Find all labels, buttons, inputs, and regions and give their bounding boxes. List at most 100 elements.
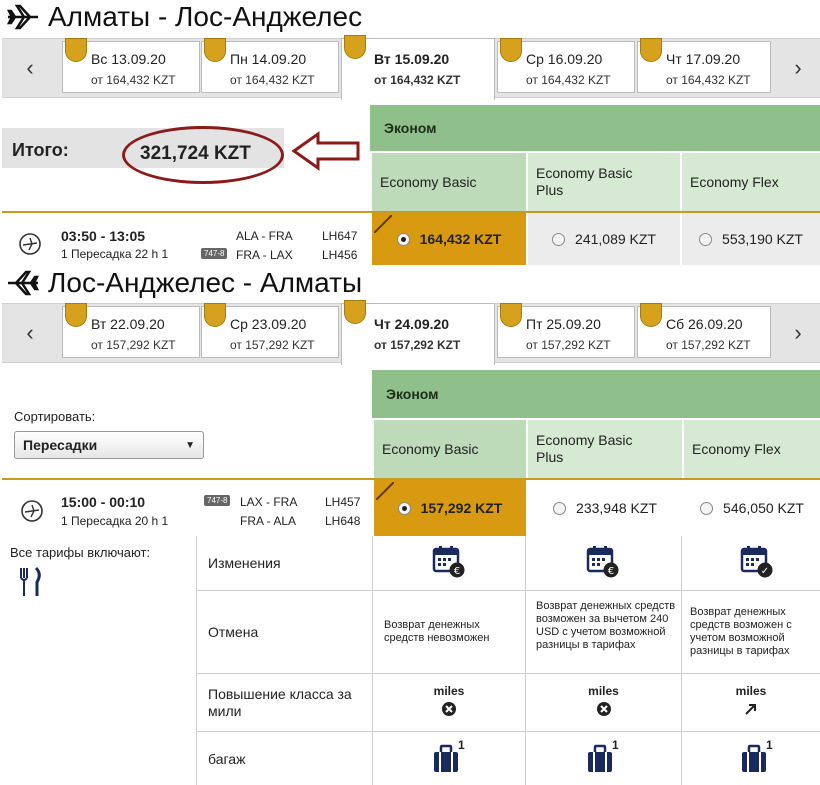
price-text: 233,948 KZT [576, 500, 657, 516]
upgrade-basic-plus: miles [526, 684, 681, 717]
price-coin-icon [640, 303, 662, 327]
not-allowed-icon [442, 702, 456, 716]
bag-count: 1 [458, 738, 465, 752]
outbound-price-basic[interactable]: 164,432 KZT [370, 213, 526, 265]
date-tab-price: от 157,292 KZT [91, 338, 176, 352]
price-text: 553,190 KZT [722, 231, 803, 247]
cancel-basic-plus-text: Возврат денежных средств возможен за выч… [536, 600, 676, 651]
sort-select[interactable]: Пересадки ▼ [14, 431, 204, 459]
outbound-cabin-label: Эконом [384, 120, 437, 136]
airplane-icon [6, 4, 38, 30]
outbound-fare-economy-basic[interactable]: Economy Basic [370, 153, 526, 211]
airplane-icon [8, 270, 40, 296]
outbound-date-tab[interactable]: Вс 13.09.20 от 164,432 KZT [62, 38, 200, 93]
baggage-included: 1 [740, 738, 773, 779]
row-label-changes: Изменения [196, 536, 372, 590]
grid-line [372, 536, 373, 785]
suitcase-icon [742, 744, 766, 772]
price-coin-icon [640, 38, 662, 62]
date-tab-price: от 164,432 KZT [374, 73, 461, 87]
bag-count: 1 [612, 738, 619, 752]
inbound-price-basic-plus[interactable]: 233,948 KZT [526, 480, 682, 536]
radio-button[interactable] [397, 501, 411, 515]
svg-text:€: € [454, 566, 460, 577]
outbound-date-tab[interactable]: Ср 16.09.20 от 164,432 KZT [497, 38, 635, 93]
miles-text: miles [588, 684, 619, 698]
outbound-price-flex[interactable]: 553,190 KZT [680, 213, 820, 265]
arrow-up-right-icon [745, 704, 756, 715]
upgrade-flex: miles [682, 684, 820, 717]
outbound-date-tab[interactable]: Пн 14.09.20 от 164,432 KZT [201, 38, 339, 93]
fare-name: Economy Flex [690, 174, 779, 190]
sort-value: Пересадки [23, 437, 98, 453]
radio-button[interactable] [552, 232, 566, 246]
inbound-date-tab[interactable]: Сб 26.09.20 от 157,292 KZT [637, 303, 771, 358]
arrow-pointing-left-icon [291, 131, 360, 171]
segment-1: ALA - FRA [236, 229, 293, 243]
inbound-price-flex[interactable]: 546,050 KZT [682, 480, 820, 536]
inbound-date-tab[interactable]: Пт 25.09.20 от 157,292 KZT [497, 303, 635, 358]
outbound-fare-economy-flex[interactable]: Economy Flex [680, 153, 820, 211]
inbound-date-tab[interactable]: Вт 22.09.20 от 157,292 KZT [62, 303, 200, 358]
grid-line [681, 536, 682, 785]
inbound-fare-economy-basic-plus[interactable]: Economy Basic Plus [526, 420, 682, 478]
price-text: 546,050 KZT [723, 500, 804, 516]
inbound-cabin-header: Эконом [372, 370, 820, 418]
price-coin-icon [65, 303, 87, 327]
price-coin-icon [65, 38, 87, 62]
bag-count: 1 [766, 738, 773, 752]
inbound-route-title: Лос-Анджелес - Алматы [6, 266, 362, 300]
inbound-price-basic[interactable]: 157,292 KZT [372, 480, 526, 536]
date-tab-price: от 157,292 KZT [374, 338, 461, 352]
radio-button[interactable] [700, 501, 714, 515]
date-tab-day: Вт 15.09.20 [374, 51, 450, 67]
outbound-date-tab[interactable]: Чт 17.09.20 от 164,432 KZT [637, 38, 771, 93]
aircraft-badge: 747-8 [201, 248, 228, 259]
price-coin-icon [204, 303, 226, 327]
inbound-date-tab[interactable]: Ср 23.09.20 от 157,292 KZT [201, 303, 339, 358]
inbound-date-tab[interactable]: Чт 24.09.20 от 157,292 KZT [341, 300, 495, 365]
chevron-down-icon: ▼ [185, 440, 195, 451]
segment-2: FRA - ALA [240, 514, 297, 528]
date-tab-day: Чт 24.09.20 [374, 316, 450, 332]
upgrade-basic: miles [373, 684, 525, 717]
total-label: Итого: [12, 140, 69, 160]
lufthansa-logo-icon [21, 500, 43, 522]
fare-name: Economy Basic [380, 174, 477, 190]
selected-corner-icon [374, 215, 392, 233]
date-tab-day: Сб 26.09.20 [666, 316, 743, 332]
inbound-prev-arrow[interactable]: ‹ [2, 304, 58, 362]
outbound-cabin-header: Эконом [370, 105, 820, 151]
price-text: 241,089 KZT [575, 231, 656, 247]
svg-text:✓: ✓ [761, 566, 769, 577]
inbound-fare-economy-flex[interactable]: Economy Flex [682, 420, 820, 478]
outbound-title-text: Алматы - Лос-Анджелес [48, 1, 363, 32]
svg-text:€: € [608, 566, 614, 577]
outbound-prev-arrow[interactable]: ‹ [2, 39, 58, 97]
outbound-date-tab[interactable]: Вт 15.09.20 от 164,432 KZT [341, 35, 495, 100]
total-value: 321,724 KZT [140, 143, 251, 164]
outbound-fare-economy-basic-plus[interactable]: Economy Basic Plus [526, 153, 680, 211]
radio-button[interactable] [553, 501, 567, 515]
date-tab-day: Вт 22.09.20 [91, 316, 165, 332]
inbound-next-arrow[interactable]: › [776, 304, 820, 362]
outbound-price-basic-plus[interactable]: 241,089 KZT [526, 213, 680, 265]
inbound-fare-economy-basic[interactable]: Economy Basic [372, 420, 526, 478]
radio-button[interactable] [396, 232, 410, 246]
row-label-upgrade: Повышение класса за мили [196, 674, 372, 731]
date-tab-price: от 157,292 KZT [666, 338, 751, 352]
date-tab-price: от 164,432 KZT [91, 73, 176, 87]
outbound-next-arrow[interactable]: › [776, 39, 820, 97]
date-tab-day: Чт 17.09.20 [666, 51, 741, 67]
radio-button[interactable] [699, 232, 713, 246]
row-label-baggage: багаж [196, 732, 372, 785]
miles-text: miles [735, 684, 767, 698]
date-tab-price: от 157,292 KZT [526, 338, 611, 352]
calendar-check-icon: ✓ [740, 546, 773, 578]
flight-number-2: LH456 [322, 248, 358, 262]
row-label-text: Изменения [208, 555, 281, 571]
date-tab-price: от 157,292 KZT [230, 338, 315, 352]
row-label-cancel: Отмена [196, 591, 372, 673]
row-label-text: Повышение класса за мили [208, 685, 352, 719]
date-tab-day: Вс 13.09.20 [91, 51, 166, 67]
